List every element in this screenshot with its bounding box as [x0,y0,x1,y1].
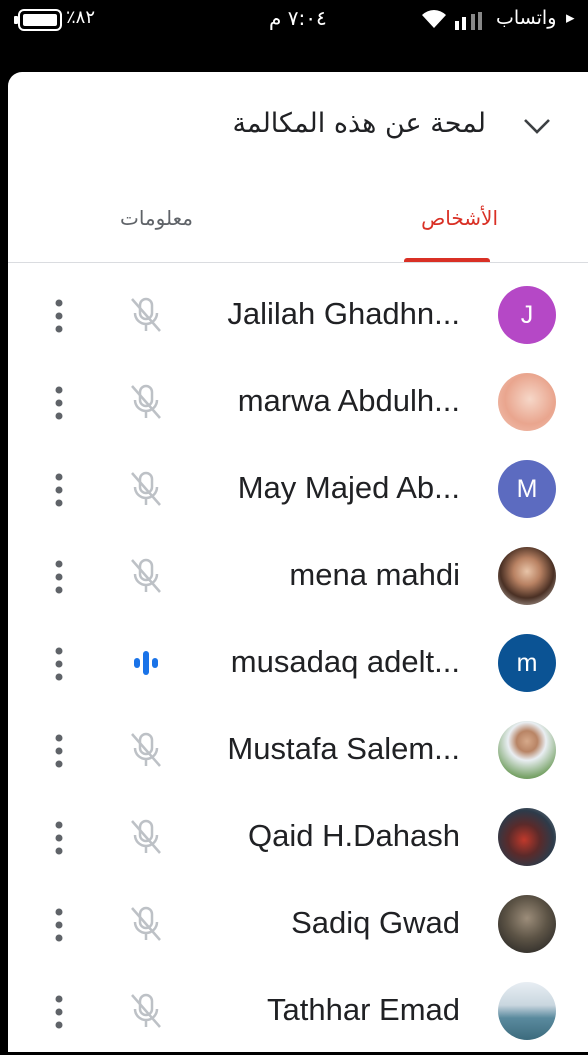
sheet-title: لمحة عن هذه المكالمة [232,108,487,139]
participant-row[interactable]: Qaid H.Dahash [8,794,588,881]
participant-row[interactable]: m musadaq adelt... [8,620,588,707]
more-options-icon[interactable] [53,472,65,508]
participant-name: Qaid H.Dahash [248,818,460,853]
more-options-icon[interactable] [53,559,65,595]
call-details-sheet: لمحة عن هذه المكالمة الأشخاص معلومات J J… [8,72,588,1052]
avatar: J [498,286,556,344]
participant-row[interactable]: mena mahdi [8,533,588,620]
chevron-down-icon[interactable] [522,116,552,136]
photo-avatar-icon [498,895,556,953]
carrier-label: واتساب [496,7,557,29]
battery-percent: ٪٨٢ [66,7,96,28]
tab-info[interactable]: معلومات [120,206,193,230]
mic-off-icon [131,297,161,332]
mic-off-icon [131,732,161,767]
participant-row[interactable]: marwa Abdulh... [8,359,588,446]
participant-row[interactable]: M May Majed Ab... [8,446,588,533]
avatar: m [498,634,556,692]
participant-name: mena mahdi [289,557,460,592]
battery-icon [14,9,62,31]
more-options-icon[interactable] [53,733,65,769]
photo-avatar-icon [498,808,556,866]
photo-avatar-icon [498,373,556,431]
status-bar: ▸ واتساب ٧:٠٤ م ٪٨٢ [0,0,588,40]
participant-name: Tathhar Emad [267,992,460,1027]
participant-name: musadaq adelt... [230,644,460,679]
mic-off-icon [131,471,161,506]
participant-row[interactable]: Sadiq Gwad [8,881,588,968]
participant-row[interactable]: J Jalilah Ghadhn... [8,272,588,359]
participant-name: Jalilah Ghadhn... [227,296,460,331]
avatar: M [498,460,556,518]
wifi-icon [422,10,446,28]
signal-icon [455,12,482,30]
participant-row[interactable]: Mustafa Salem... [8,707,588,794]
back-arrow-icon[interactable]: ▸ [566,8,575,28]
participant-name: May Majed Ab... [237,470,460,505]
more-options-icon[interactable] [53,994,65,1030]
mic-off-icon [131,993,161,1028]
more-options-icon[interactable] [53,907,65,943]
tab-people[interactable]: الأشخاص [421,206,498,230]
mic-off-icon [131,384,161,419]
tab-bar: الأشخاص معلومات [8,192,588,264]
participant-name: Mustafa Salem... [227,731,460,766]
clock: ٧:٠٤ م [269,6,327,30]
photo-avatar-icon [498,547,556,605]
speaking-indicator-icon [134,651,158,675]
more-options-icon[interactable] [53,298,65,334]
mic-off-icon [131,819,161,854]
mic-off-icon [131,558,161,593]
mic-off-icon [131,906,161,941]
photo-avatar-icon [498,982,556,1040]
more-options-icon[interactable] [53,646,65,682]
more-options-icon[interactable] [53,820,65,856]
photo-avatar-icon [498,721,556,779]
divider [8,262,588,263]
participant-name: marwa Abdulh... [237,383,460,418]
more-options-icon[interactable] [53,385,65,421]
participant-name: Sadiq Gwad [291,905,460,940]
